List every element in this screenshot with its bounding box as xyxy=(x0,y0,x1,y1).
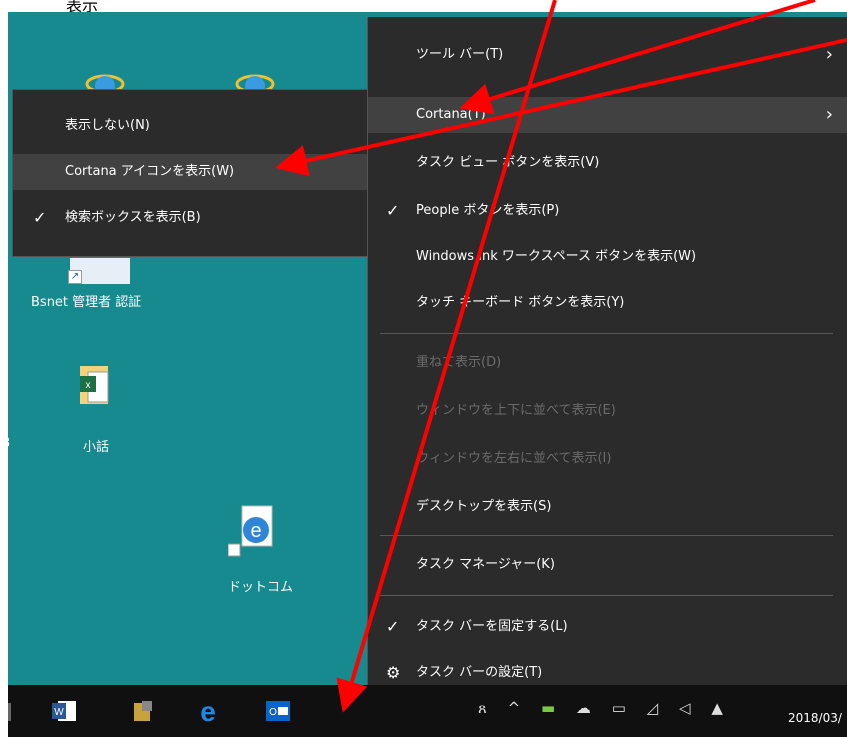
menu-item-cortana[interactable]: Cortana(T) › xyxy=(368,97,847,133)
svg-text:e: e xyxy=(250,520,261,542)
menu-item-touch-keyboard-button[interactable]: タッチ キーボード ボタンを表示(Y) xyxy=(368,285,847,321)
taskbar-edge xyxy=(8,703,11,721)
menu-item-show-desktop[interactable]: デスクトップを表示(S) xyxy=(368,489,847,525)
battery-icon[interactable]: ▭ xyxy=(612,699,626,717)
menu-item-task-manager[interactable]: タスク マネージャー(K) xyxy=(368,547,847,583)
checkmark-icon: ✓ xyxy=(386,617,400,636)
menu-item-task-view-button[interactable]: タスク ビュー ボタンを表示(V) xyxy=(368,145,847,181)
menu-item-windows-ink-button[interactable]: Windows Ink ワークスペース ボタンを表示(W) xyxy=(368,239,847,275)
menu-item-hide[interactable]: 表示しない(N) xyxy=(13,108,367,144)
edge-label-fragment: 3 xyxy=(2,436,11,451)
volume-icon[interactable]: ◁ xyxy=(679,699,691,717)
menu-item-people-button[interactable]: ✓ People ボタンを表示(P) xyxy=(368,193,847,229)
menu-separator xyxy=(380,595,833,596)
ie-icon[interactable] xyxy=(82,62,128,92)
menu-item-cascade: 重ねて表示(D) xyxy=(416,355,502,370)
svg-text:W: W xyxy=(54,707,64,718)
onedrive-icon[interactable]: ☁ xyxy=(576,699,591,717)
adobe-icon[interactable]: ▲ xyxy=(711,699,723,717)
meet-now-icon[interactable]: ▬ xyxy=(541,699,555,717)
svg-text:e: e xyxy=(200,697,216,725)
chevron-right-icon: › xyxy=(825,104,833,125)
outlook-icon[interactable]: O xyxy=(264,697,292,725)
chevron-right-icon: › xyxy=(825,44,833,65)
checkmark-icon: ✓ xyxy=(33,208,47,227)
menu-separator xyxy=(380,535,833,536)
menu-item-show-cortana-icon[interactable]: Cortana アイコンを表示(W) xyxy=(13,154,367,190)
ie-icon[interactable] xyxy=(232,62,278,92)
top-strip xyxy=(0,0,847,12)
chevron-up-icon[interactable]: ^ xyxy=(508,699,521,717)
desktop-icon-label[interactable]: 小話 xyxy=(83,436,109,455)
people-icon[interactable]: ጸ xyxy=(478,699,487,717)
desktop-icon-label[interactable]: Bsnet 管理者 認証 xyxy=(31,291,141,310)
menu-item-side-by-side: ウィンドウを左右に並べて表示(I) xyxy=(416,451,612,466)
menu-item-toolbars[interactable]: ツール バー(T) › xyxy=(368,37,847,73)
checkmark-icon: ✓ xyxy=(386,201,400,220)
app-icon[interactable] xyxy=(130,697,158,725)
menu-item-show-search-box[interactable]: ✓ 検索ボックスを表示(B) xyxy=(13,200,367,236)
shortcut-arrow-icon: ↗ xyxy=(68,270,82,284)
desktop-icon-label[interactable]: ドットコム xyxy=(228,576,293,595)
word-icon[interactable]: W xyxy=(50,697,78,725)
edge-browser-icon[interactable]: e xyxy=(194,697,222,725)
excel-file-icon[interactable]: x xyxy=(78,364,112,408)
menu-item-lock-taskbar[interactable]: ✓ タスク バーを固定する(L) xyxy=(368,609,847,645)
menu-separator xyxy=(380,333,833,334)
system-tray: ጸ ^ ▬ ☁ ▭ ◿ ◁ ▲ xyxy=(478,699,739,717)
menu-item-stack: ウィンドウを上下に並べて表示(E) xyxy=(416,403,616,418)
wifi-icon[interactable]: ◿ xyxy=(647,699,659,717)
taskbar-context-menu: ツール バー(T) › Cortana(T) › タスク ビュー ボタンを表示(… xyxy=(367,17,847,699)
svg-text:x: x xyxy=(86,380,91,391)
svg-text:O: O xyxy=(269,707,277,718)
cortana-submenu: 表示しない(N) Cortana アイコンを表示(W) ✓ 検索ボックスを表示(… xyxy=(12,89,368,257)
ie-shortcut-icon[interactable]: e xyxy=(228,504,280,558)
clock-date[interactable]: 2018/03/ xyxy=(788,711,842,725)
taskbar[interactable]: W e O ጸ ^ ▬ ☁ ▭ ◿ ◁ ▲ 2018/03/ xyxy=(8,685,847,737)
